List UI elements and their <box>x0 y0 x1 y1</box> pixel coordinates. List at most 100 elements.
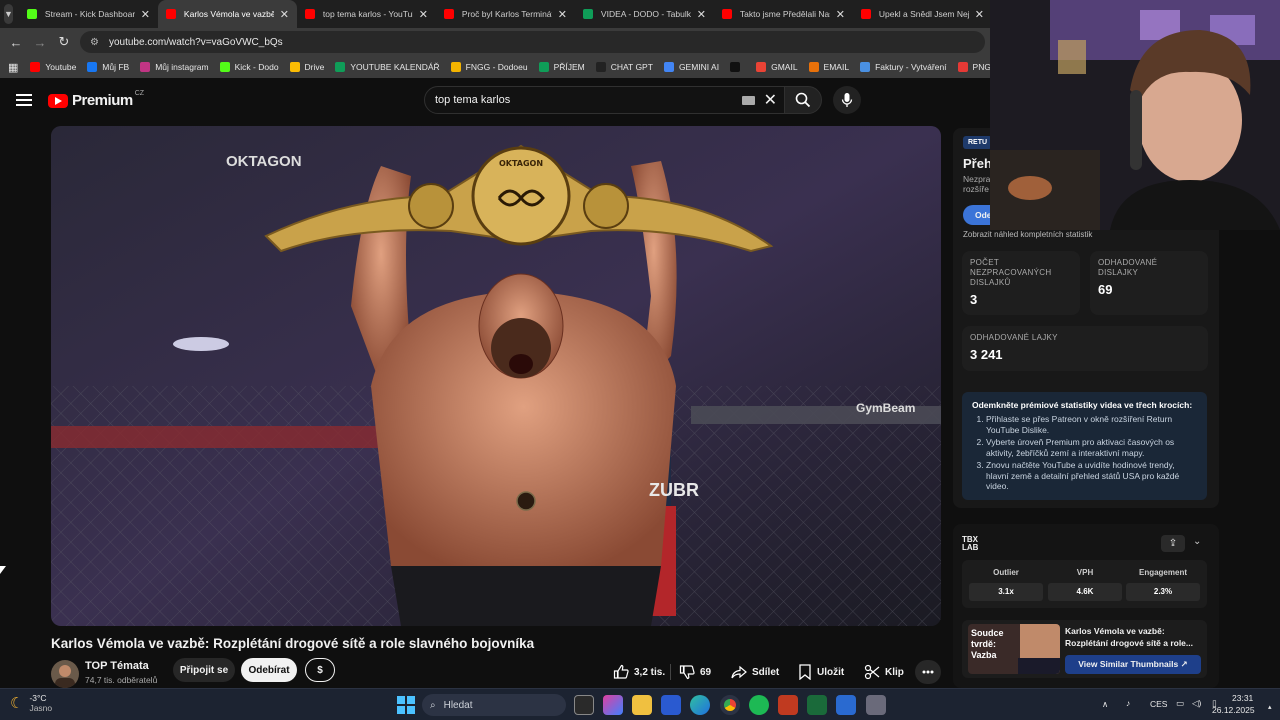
dislike-button[interactable]: 69 <box>679 658 711 686</box>
full-stats-link[interactable]: Zobrazit náhled kompletních statistik <box>963 230 1092 239</box>
view-similar-button[interactable]: View Similar Thumbnails ↗ <box>1065 655 1201 674</box>
obs-icon[interactable] <box>778 695 798 715</box>
clock[interactable]: 23:31 <box>1232 693 1253 703</box>
menu-icon[interactable] <box>16 94 32 106</box>
address-bar[interactable]: ⚙ youtube.com/watch?v=vaGoVWC_bQs <box>80 31 985 53</box>
tab-search-button[interactable]: ▼ <box>4 4 13 24</box>
volume-icon[interactable]: ◁) <box>1192 698 1201 709</box>
language-indicator[interactable]: CES <box>1150 699 1167 709</box>
notepad-icon[interactable] <box>836 695 856 715</box>
forward-icon[interactable]: → <box>28 35 52 50</box>
tray-chevron-icon[interactable]: ∧ <box>1102 699 1108 710</box>
bookmark-item[interactable]: PŘÍJEM <box>538 62 585 72</box>
back-icon[interactable]: ← <box>4 35 28 50</box>
premium-step: Přihlaste se přes Patreon v okně rozšíře… <box>986 414 1197 435</box>
spotify-icon[interactable] <box>749 695 769 715</box>
file-explorer-icon[interactable] <box>632 695 652 715</box>
browser-tab[interactable]: Karlos Vémola ve vazbě: R ✕ <box>157 0 297 28</box>
weather-widget[interactable]: ☾ -3°C Jasno <box>10 693 52 713</box>
bookmark-item[interactable]: PNG to PDF <box>957 62 990 72</box>
clip-button[interactable]: Klip <box>864 658 904 686</box>
stat-label: ODHADOVANÉ LAJKY <box>970 333 1058 342</box>
task-view-icon[interactable] <box>574 695 594 715</box>
bookmark-item[interactable]: GMAIL <box>756 62 798 72</box>
stat-card-unprocessed: POČET NEZPRACOVANÝCH DISLAJKŮ 3 <box>962 251 1080 315</box>
browser-tab[interactable]: Stream - Kick Dashboard ✕ <box>19 0 158 28</box>
bookmark-item[interactable]: Faktury - Vytváření <box>860 62 947 72</box>
webcam-overlay <box>990 0 1280 230</box>
taskbar-search[interactable]: ⌕ Hledat <box>422 694 566 716</box>
close-tab-icon[interactable]: ✕ <box>558 8 567 21</box>
browser-tab[interactable]: Proč byl Karlos Terminátor ✕ <box>436 0 575 28</box>
bookmark-favicon-icon <box>957 62 968 72</box>
bookmark-favicon-icon <box>538 62 549 72</box>
bookmark-item[interactable]: YOUTUBE KALENDÁŘ <box>335 62 440 72</box>
bookmark-item[interactable]: Youtube <box>30 62 76 72</box>
bookmark-item[interactable]: Kick - Dodo <box>219 62 279 72</box>
voice-search-button[interactable] <box>833 86 861 114</box>
close-tab-icon[interactable]: ✕ <box>836 8 845 21</box>
bookmark-item[interactable]: GEMINI AI <box>663 62 719 72</box>
mouse-cursor-icon <box>0 566 6 574</box>
video-player[interactable]: OKTAGON OKTAGON ZUBR GymBeam <box>51 126 941 626</box>
tubelab-metrics: Outlier 3.1x VPH 4.6K Engagement 2.3% <box>962 560 1207 608</box>
close-tab-icon[interactable]: ✕ <box>280 8 289 21</box>
browser-tab[interactable]: Takto jsme Předělali Naši ✕ <box>714 0 853 28</box>
microphone-icon <box>841 93 853 107</box>
browser-tab[interactable]: top tema karlos - YouTube ✕ <box>297 0 436 28</box>
youtube-page: Premium CZ top tema karlos ✕ OKTAGON OKT… <box>0 78 990 688</box>
premium-title: Odemkněte prémiové statistiky videa ve t… <box>972 400 1193 410</box>
copilot-icon[interactable] <box>603 695 623 715</box>
browser-tab[interactable]: Upekl a Snědl Jsem Nejvě ✕ <box>853 0 992 28</box>
rtyd-open-button[interactable]: Ode <box>963 205 993 225</box>
search-input[interactable]: top tema karlos ✕ <box>424 86 786 114</box>
metric-name: Engagement <box>1138 568 1187 577</box>
tubelab-logo: TBX LAB <box>962 535 979 552</box>
channel-name[interactable]: TOP Témata <box>85 660 149 672</box>
bookmark-item[interactable]: Můj instagram <box>140 62 209 72</box>
clear-search-icon[interactable]: ✕ <box>764 90 777 110</box>
similar-thumbnail[interactable]: Soudce tvrdě: Vazba <box>968 624 1060 674</box>
chrome-icon[interactable] <box>720 695 740 715</box>
search-button[interactable] <box>784 86 822 114</box>
join-button[interactable]: Připojit se <box>173 658 235 682</box>
bookmark-item[interactable]: EMAIL <box>808 62 849 72</box>
save-button[interactable]: Uložit <box>798 658 844 686</box>
network-icon[interactable]: ▭ <box>1176 698 1184 709</box>
bookmark-item[interactable]: CHAT GPT <box>595 62 653 72</box>
outlook-icon[interactable] <box>661 695 681 715</box>
thanks-button[interactable]: $ <box>305 658 335 682</box>
stat-value: 3 <box>970 292 978 307</box>
browser-tab[interactable]: VIDEA - DODO - Tabulky G ✕ <box>575 0 714 28</box>
bookmark-item[interactable]: Můj FB <box>87 62 129 72</box>
channel-avatar[interactable] <box>51 660 79 688</box>
bookmark-item[interactable] <box>730 62 745 72</box>
close-tab-icon[interactable]: ✕ <box>975 8 984 21</box>
tab-favicon-icon <box>304 9 315 19</box>
calculator-icon[interactable] <box>866 695 886 715</box>
close-tab-icon[interactable]: ✕ <box>697 8 706 21</box>
more-actions-button[interactable] <box>915 660 941 684</box>
edge-icon[interactable] <box>690 695 710 715</box>
start-button[interactable] <box>396 695 416 715</box>
avatar-image <box>55 665 75 688</box>
reload-icon[interactable]: ↻ <box>52 34 76 50</box>
close-tab-icon[interactable]: ✕ <box>419 8 428 21</box>
mic-tray-icon[interactable]: ♪ <box>1126 698 1130 708</box>
notification-icon[interactable]: ▴ <box>1268 703 1272 711</box>
export-button[interactable]: ⇪ <box>1161 535 1185 552</box>
excel-icon[interactable] <box>807 695 827 715</box>
bookmark-label: Youtube <box>45 62 77 72</box>
keyboard-icon[interactable] <box>742 96 755 105</box>
bookmark-item[interactable]: Drive <box>289 62 324 72</box>
bookmark-item[interactable]: FNGG - Dodoeu <box>450 62 528 72</box>
share-button[interactable]: Sdílet <box>731 658 779 686</box>
site-info-icon[interactable]: ⚙ <box>90 37 99 48</box>
like-button[interactable]: 3,2 tis. <box>613 658 665 686</box>
close-tab-icon[interactable]: ✕ <box>141 8 150 21</box>
apps-icon[interactable]: ▦ <box>8 61 18 74</box>
collapse-chevron-icon[interactable]: ⌄ <box>1193 536 1201 547</box>
bookmark-label: CHAT GPT <box>610 62 653 72</box>
youtube-logo[interactable]: Premium CZ <box>48 90 144 109</box>
subscribe-button[interactable]: Odebírat <box>241 658 297 682</box>
